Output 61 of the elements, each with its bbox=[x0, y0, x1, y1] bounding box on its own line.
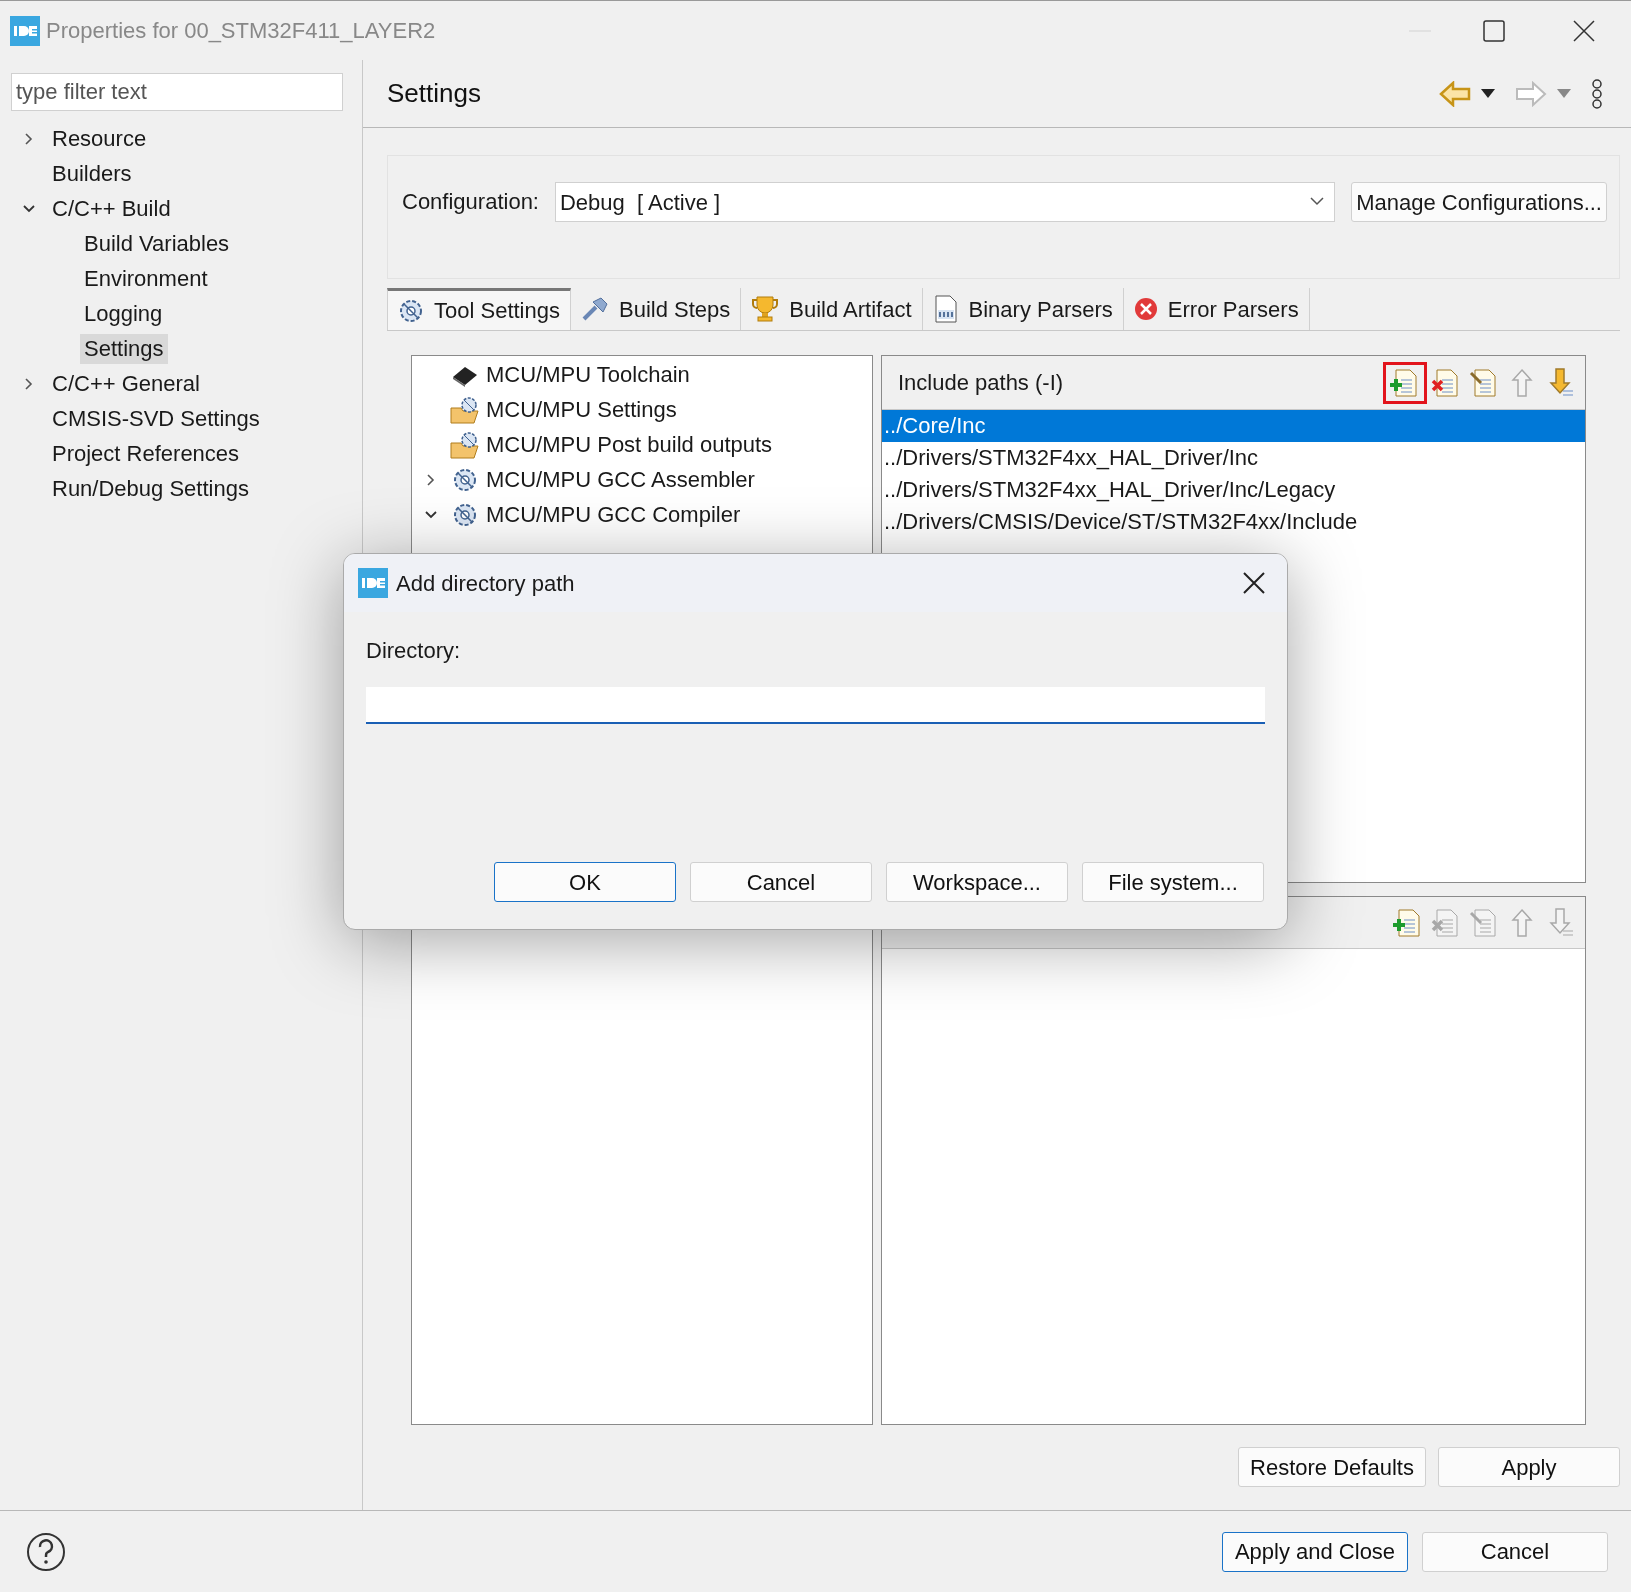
cancel-button[interactable]: Cancel bbox=[690, 862, 872, 902]
close-icon[interactable] bbox=[1243, 572, 1265, 594]
ok-button[interactable]: OK bbox=[494, 862, 676, 902]
manage-configurations-button[interactable]: Manage Configurations... bbox=[1351, 182, 1607, 222]
chevron-down-icon bbox=[1310, 197, 1325, 207]
directory-field[interactable] bbox=[366, 687, 1265, 724]
apply-button[interactable]: Apply bbox=[1438, 1447, 1620, 1487]
nav-item[interactable]: CMSIS-SVD Settings bbox=[48, 403, 264, 434]
nav-item[interactable]: C/C++ Build bbox=[48, 193, 175, 224]
close-icon[interactable] bbox=[1573, 19, 1595, 42]
nav-item[interactable]: Builders bbox=[48, 158, 136, 189]
app-logo-icon bbox=[10, 15, 40, 46]
tree-item[interactable]: MCU/MPU Settings bbox=[486, 393, 677, 426]
workspace-button[interactable]: Workspace... bbox=[886, 862, 1068, 902]
gear-icon bbox=[452, 501, 478, 528]
nav-item[interactable]: Run/Debug Settings bbox=[48, 473, 253, 504]
page-title: Settings bbox=[387, 77, 481, 110]
nav-item[interactable]: Build Variables bbox=[80, 228, 234, 259]
tree-item[interactable]: MCU/MPU Toolchain bbox=[486, 358, 690, 391]
folder-gear-icon bbox=[450, 430, 480, 459]
nav-item[interactable]: Project References bbox=[48, 438, 244, 469]
nav-item[interactable]: Settings bbox=[80, 333, 168, 364]
folder-gear-icon bbox=[450, 395, 480, 424]
restore-defaults-button[interactable]: Restore Defaults bbox=[1238, 1447, 1426, 1487]
filter-field[interactable]: type filter text bbox=[11, 73, 343, 111]
gear-icon bbox=[398, 297, 424, 324]
app-logo-icon bbox=[358, 568, 388, 598]
tab[interactable]: Tool Settings bbox=[387, 288, 571, 330]
cancel-button[interactable]: Cancel bbox=[1422, 1531, 1608, 1572]
tree-item[interactable]: MCU/MPU Post build outputs bbox=[486, 428, 773, 461]
gear-icon bbox=[452, 466, 478, 493]
configuration-label: Configuration: bbox=[402, 188, 539, 216]
configuration-dropdown[interactable]: Debug [ Active ] bbox=[555, 182, 1336, 222]
add-document-icon[interactable] bbox=[1390, 366, 1420, 399]
directory-label: Directory: bbox=[366, 637, 462, 665]
nav-item[interactable]: Resource bbox=[48, 123, 151, 154]
nav-item[interactable]: Logging bbox=[80, 298, 167, 329]
trophy-icon bbox=[751, 295, 780, 323]
hammer-icon bbox=[580, 296, 609, 322]
binary-file-icon bbox=[932, 295, 959, 323]
more-options-icon[interactable] bbox=[1591, 78, 1603, 109]
list-row[interactable]: ../Drivers/STM32F4xx_HAL_Driver/Inc bbox=[882, 442, 1585, 474]
dialog-title: Add directory path bbox=[396, 569, 575, 598]
delete-document-icon[interactable] bbox=[1431, 366, 1461, 399]
list-row[interactable]: ../Drivers/CMSIS/Device/ST/STM32F4xx/Include bbox=[882, 506, 1585, 538]
add-document-icon[interactable] bbox=[1393, 906, 1423, 939]
tree-item[interactable]: MCU/MPU GCC Compiler bbox=[486, 498, 741, 531]
panel-title: Include paths (-I) bbox=[898, 369, 1064, 397]
nav-item[interactable]: Environment bbox=[80, 263, 212, 294]
dropdown-caret-icon[interactable] bbox=[1481, 88, 1495, 99]
error-icon bbox=[1133, 297, 1158, 321]
nav-item[interactable]: C/C++ General bbox=[48, 368, 204, 399]
edit-document-icon[interactable] bbox=[1469, 366, 1499, 399]
list-row[interactable]: ../Core/Inc bbox=[882, 410, 1585, 442]
list-row[interactable]: ../Drivers/STM32F4xx_HAL_Driver/Inc/Legacy bbox=[882, 474, 1585, 506]
apply-and-close-button[interactable]: Apply and Close bbox=[1222, 1531, 1408, 1572]
tree-item[interactable]: MCU/MPU GCC Assembler bbox=[486, 463, 755, 496]
maximize-icon[interactable] bbox=[1483, 19, 1505, 42]
file-system-button[interactable]: File system... bbox=[1082, 862, 1264, 902]
window-title: Properties for 00_STM32F411_LAYER2 bbox=[46, 17, 436, 45]
help-icon[interactable] bbox=[26, 1531, 66, 1572]
